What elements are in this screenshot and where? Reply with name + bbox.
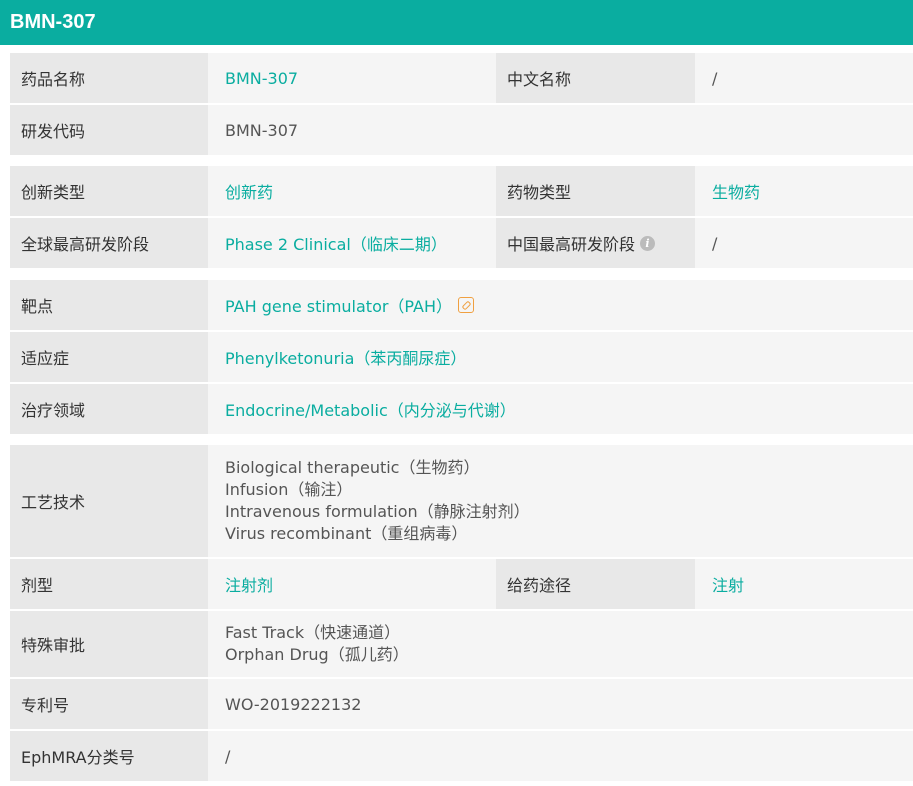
technology-item: Virus recombinant（重组病毒） (225, 524, 468, 543)
indication-label: 适应症 (10, 332, 208, 382)
target-value[interactable]: PAH gene stimulator（PAH） (225, 293, 452, 317)
special-approval-item: Orphan Drug（孤儿药） (225, 645, 409, 664)
info-icon[interactable]: i (640, 235, 656, 251)
ephmra-value: / (225, 746, 231, 766)
technology-values: Biological therapeutic（生物药） Infusion（输注）… (208, 445, 913, 557)
rd-code-value: BMN-307 (225, 120, 299, 140)
technology-label: 工艺技术 (10, 445, 208, 557)
technology-item: Infusion（输注） (225, 480, 353, 499)
patent-no-label: 专利号 (10, 679, 208, 729)
dosage-form-value[interactable]: 注射剂 (208, 559, 496, 609)
page-title: BMN-307 (0, 0, 913, 45)
special-approval-label: 特殊审批 (10, 611, 208, 677)
global-stage-value[interactable]: Phase 2 Clinical（临床二期） (208, 218, 496, 268)
therapeutic-area-label: 治疗领域 (10, 384, 208, 434)
innovation-type-value[interactable]: 创新药 (208, 166, 496, 216)
target-section: 靶点 PAH gene stimulator（PAH） 适应症 Phenylke… (10, 280, 913, 434)
rd-code-label: 研发代码 (10, 105, 208, 155)
drug-type-value[interactable]: 生物药 (695, 166, 913, 216)
technology-item: Biological therapeutic（生物药） (225, 458, 480, 477)
ephmra-label: EphMRA分类号 (10, 731, 208, 781)
link-icon[interactable] (458, 297, 475, 313)
technology-section: 工艺技术 Biological therapeutic（生物药） Infusio… (10, 445, 913, 781)
drug-type-label: 药物类型 (496, 166, 695, 216)
classification-section: 创新类型 创新药 药物类型 生物药 全球最高研发阶段 Phase 2 Clini… (10, 166, 913, 268)
drug-name-value[interactable]: BMN-307 (208, 53, 496, 103)
special-approval-item: Fast Track（快速通道） (225, 623, 401, 642)
special-approval-values: Fast Track（快速通道） Orphan Drug（孤儿药） (208, 611, 913, 677)
route-label: 给药途径 (496, 559, 695, 609)
technology-item: Intravenous formulation（静脉注射剂） (225, 502, 530, 521)
patent-no-value: WO-2019222132 (225, 694, 362, 714)
target-label: 靶点 (10, 280, 208, 330)
china-stage-label: 中国最高研发阶段 (507, 235, 636, 254)
chinese-name-value: / (712, 68, 718, 88)
route-value[interactable]: 注射 (695, 559, 913, 609)
therapeutic-area-value[interactable]: Endocrine/Metabolic（内分泌与代谢） (208, 384, 913, 434)
china-stage-value: / (712, 233, 718, 253)
china-stage-label-cell: 中国最高研发阶段 i (496, 218, 695, 268)
drug-name-label: 药品名称 (10, 53, 208, 103)
global-stage-label: 全球最高研发阶段 (10, 218, 208, 268)
target-value-cell: PAH gene stimulator（PAH） (208, 280, 913, 330)
chinese-name-label: 中文名称 (496, 53, 695, 103)
basic-info-section: 药品名称 BMN-307 中文名称 / 研发代码 BMN-307 (10, 53, 913, 155)
indication-value[interactable]: Phenylketonuria（苯丙酮尿症） (208, 332, 913, 382)
innovation-type-label: 创新类型 (10, 166, 208, 216)
dosage-form-label: 剂型 (10, 559, 208, 609)
